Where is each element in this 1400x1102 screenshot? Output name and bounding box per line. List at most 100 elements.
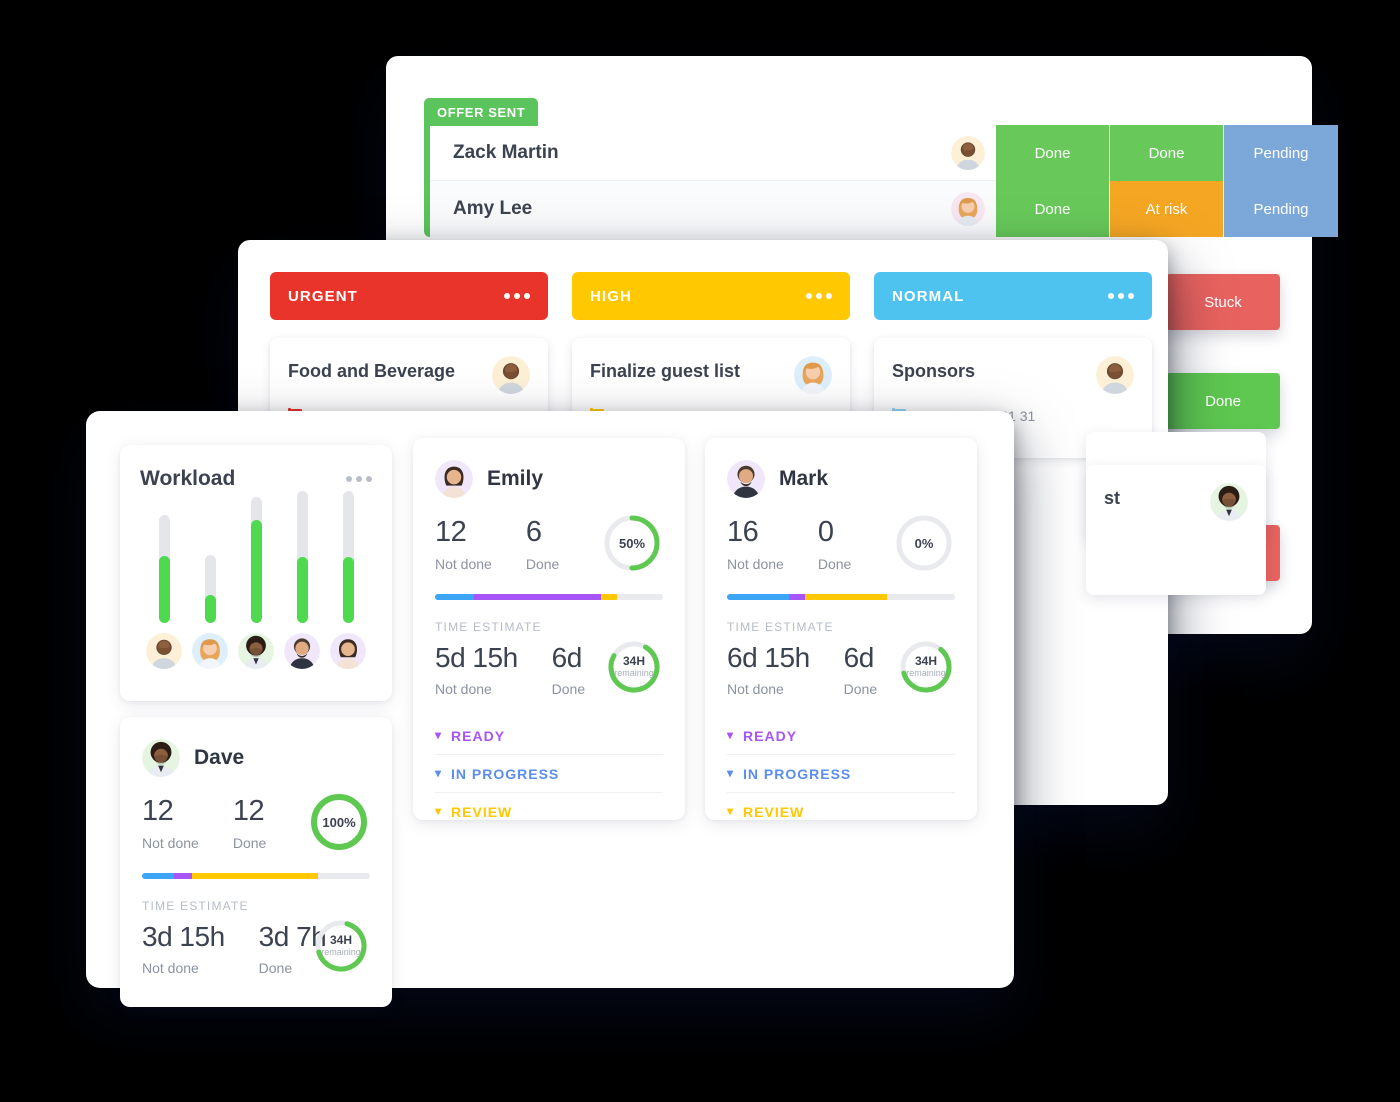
status-cell[interactable]: At risk — [1110, 181, 1224, 237]
segment-empty — [617, 594, 663, 600]
workload-bar-group — [330, 491, 366, 669]
row-statuses: Done Done Pending — [996, 125, 1338, 181]
column-header-urgent[interactable]: URGENT — [270, 272, 548, 320]
segment-purple — [173, 873, 193, 879]
donut-hours-sub: remaining — [906, 667, 946, 678]
more-horizontal-icon[interactable] — [806, 293, 832, 299]
time-donut: 34H remaining — [312, 917, 370, 975]
task-group: OFFER SENT Zack Martin Done Done Pending — [424, 98, 1338, 237]
time-estimate-label: TIME ESTIMATE — [142, 899, 249, 913]
avatar-amy[interactable] — [192, 633, 228, 669]
workload-bar-track — [204, 555, 216, 623]
chevron-down-icon: ▾ — [727, 727, 735, 742]
more-horizontal-icon[interactable] — [1108, 293, 1134, 299]
stat-label: Not done — [142, 835, 199, 851]
time-stats: 6d 15h Not done 6d Done 34H remaining — [727, 641, 955, 698]
progress-donut: 100% — [308, 791, 370, 853]
member-name: Dave — [194, 746, 245, 769]
workload-bar-chart — [140, 491, 372, 669]
member-card-emily: Emily 12 Not done 6 Done 50% TIME ESTIMA… — [413, 438, 685, 820]
stat-label: Done — [843, 681, 878, 697]
donut-percent: 50% — [618, 535, 646, 551]
chevron-down-icon: ▾ — [435, 765, 443, 780]
status-row-label: IN PROGRESS — [743, 765, 852, 782]
column-header-normal[interactable]: NORMAL — [874, 272, 1152, 320]
status-row-in-progress[interactable]: ▾ IN PROGRESS — [435, 755, 663, 793]
status-row-ready[interactable]: ▾ READY — [435, 717, 663, 755]
time-stats: 5d 15h Not done 6d Done 34H remaining — [435, 641, 663, 698]
stat-value: 12 — [435, 516, 467, 548]
status-row-review[interactable]: ▾ REVIEW — [435, 793, 663, 831]
stat-label: Not done — [727, 556, 784, 572]
stat-value: 16 — [727, 516, 759, 548]
task-stats: 12 Not done 6 Done 50% — [435, 515, 663, 573]
segment-blue — [142, 873, 174, 879]
status-cell[interactable]: Done — [996, 181, 1110, 237]
workload-bar-fill — [158, 556, 170, 623]
time-estimate-label: TIME ESTIMATE — [727, 620, 834, 634]
stat-value: 12 — [232, 795, 265, 827]
status-row-ready[interactable]: ▾ READY — [727, 717, 955, 755]
stat-label: Not done — [142, 960, 199, 976]
table-row[interactable]: Zack Martin Done Done Pending — [430, 125, 1338, 181]
status-row-in-progress[interactable]: ▾ IN PROGRESS — [727, 755, 955, 793]
segment-bar — [435, 594, 663, 600]
avatar-zack — [492, 356, 530, 394]
status-badge[interactable]: Stuck — [1160, 274, 1280, 330]
workload-bar-group — [284, 491, 320, 669]
workload-bar-track — [296, 491, 308, 623]
row-avatar-cell — [945, 181, 990, 237]
status-cell[interactable]: Pending — [1224, 181, 1338, 237]
card-title: Sponsors — [892, 361, 976, 381]
card-title-fragment: st — [1104, 488, 1121, 508]
status-row-label: REVIEW — [451, 804, 513, 820]
stat-value: 5d 15h — [435, 642, 518, 673]
stat-time-done: 6d Done — [843, 644, 878, 698]
donut-percent: 100% — [322, 814, 356, 830]
member-name: Mark — [779, 467, 829, 490]
stat-time-done: 6d Done — [552, 644, 585, 698]
stat-done: 0 Done — [818, 518, 851, 573]
segment-purple — [788, 594, 805, 600]
segment-bar — [727, 594, 955, 600]
avatar-emily[interactable] — [330, 633, 366, 669]
avatar-zack[interactable] — [146, 633, 182, 669]
status-badge[interactable]: Done — [1160, 373, 1280, 429]
time-donut: 34H remaining — [605, 638, 663, 696]
status-row-label: IN PROGRESS — [451, 765, 560, 782]
workload-dashboard-panel: Workload Emily 12 Not done 6 Done 50% TI… — [86, 411, 1014, 1007]
time-donut: 34H remaining — [897, 638, 955, 696]
segment-yellow — [804, 594, 887, 600]
member-card-mark: Mark 16 Not done 0 Done 0% TIME ESTIMATE… — [705, 438, 977, 820]
workload-card: Workload — [120, 445, 392, 701]
stat-not-done: 16 Not done — [727, 516, 784, 573]
avatar-mark[interactable] — [284, 633, 320, 669]
workload-bar-fill — [250, 520, 262, 623]
kanban-card[interactable]: st — [1086, 465, 1266, 595]
avatar-dave[interactable] — [238, 633, 274, 669]
status-cell[interactable]: Pending — [1224, 125, 1338, 181]
status-cell[interactable]: Done — [996, 125, 1110, 181]
more-horizontal-icon[interactable] — [346, 476, 372, 482]
stat-not-done: 12 Not done — [435, 516, 492, 573]
status-row-label: READY — [451, 727, 506, 744]
stat-label: Not done — [727, 681, 784, 697]
donut-hours: 34H — [914, 654, 937, 669]
donut-hours: 34H — [329, 933, 352, 948]
stat-time-not-done: 5d 15h Not done — [435, 642, 518, 698]
avatar-zack — [950, 135, 985, 170]
chevron-down-icon: ▾ — [435, 727, 443, 742]
task-stats: 12 Not done 12 Done 100% — [142, 794, 370, 851]
column-header-high[interactable]: HIGH — [572, 272, 850, 320]
table-row[interactable]: Amy Lee Done At risk Pending — [430, 181, 1338, 237]
chevron-down-icon: ▾ — [727, 765, 735, 780]
donut-hours-sub: remaining — [614, 667, 654, 678]
stat-time-not-done: 3d 15h Not done — [142, 923, 225, 977]
more-horizontal-icon[interactable] — [504, 293, 530, 299]
segment-empty — [886, 594, 955, 600]
status-cell[interactable]: Done — [1110, 125, 1224, 181]
workload-title: Workload — [140, 467, 236, 490]
group-tag-offer-sent[interactable]: OFFER SENT — [424, 98, 539, 126]
row-statuses: Done At risk Pending — [996, 181, 1338, 237]
status-row-review[interactable]: ▾ REVIEW — [727, 793, 955, 831]
